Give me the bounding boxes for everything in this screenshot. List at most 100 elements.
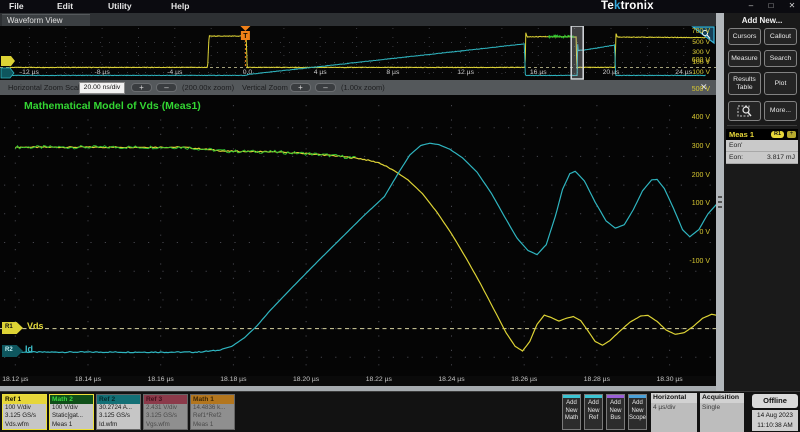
meas1-title: Meas 1 bbox=[729, 130, 754, 139]
tab-waveform-view[interactable]: Waveform View bbox=[2, 14, 90, 26]
plot-title: Mathematical Model of Vds (Meas1) bbox=[24, 100, 201, 112]
badge-math2[interactable]: Math 2 100 V/div Static[gat... Meas 1 bbox=[49, 394, 94, 430]
badge-line: 3.125 GS/s bbox=[146, 412, 177, 419]
accent-strip bbox=[629, 395, 646, 398]
badge-math1[interactable]: Math 1 14.4836 k... Ref1*Ref2 Meas 1 bbox=[190, 394, 235, 430]
menu-help[interactable]: Help bbox=[171, 0, 189, 11]
horizontal-settings-panel[interactable]: Horizontal 4 µs/div bbox=[651, 393, 697, 431]
menu-utility[interactable]: Utility bbox=[108, 0, 132, 11]
close-icon[interactable]: ✕ bbox=[785, 1, 799, 10]
menu-file[interactable]: File bbox=[9, 0, 24, 11]
badge-math1-title: Math 1 bbox=[191, 395, 234, 404]
badge-line: Static[gat... bbox=[52, 412, 83, 419]
badge-line: Id.wfm bbox=[99, 421, 117, 428]
main-voltage-tick: 200 V bbox=[674, 172, 710, 179]
restore-icon[interactable]: □ bbox=[764, 1, 778, 10]
acquisition-title: Acquisition bbox=[700, 393, 744, 403]
main-waveforms bbox=[0, 95, 716, 376]
main-voltage-tick: 0 V bbox=[674, 229, 710, 236]
meas1-row-eon: Eon: 3.817 mJ bbox=[726, 152, 798, 164]
plot-button[interactable]: Plot bbox=[764, 72, 797, 95]
main-id-trace bbox=[15, 143, 716, 353]
main-time-axis: 18.12 µs18.14 µs18.16 µs18.18 µs18.20 µs… bbox=[0, 376, 716, 386]
zoom-control-bar: Horizontal Zoom Scale 20.00 ns/div + – (… bbox=[0, 80, 716, 95]
overview-time-tick: -12 µs bbox=[9, 69, 49, 76]
add-new-header: Add New... bbox=[724, 16, 800, 25]
meas1-header: Meas 1 R1 + bbox=[726, 129, 798, 140]
meas1-row1-value: 3.817 mJ bbox=[767, 154, 795, 161]
main-voltage-tick: 400 V bbox=[674, 114, 710, 121]
badge-line: Ref1*Ref2 bbox=[193, 412, 222, 419]
measure-button[interactable]: Measure bbox=[728, 50, 761, 67]
overview-time-tick: 20 µs bbox=[591, 69, 631, 76]
results-table-button[interactable]: Results Table bbox=[728, 72, 761, 95]
sidebar-separator bbox=[727, 125, 797, 126]
overview-time-tick: 8 µs bbox=[373, 69, 413, 76]
more-button[interactable]: More... bbox=[764, 101, 797, 121]
v-zoom-factor: (1.00x zoom) bbox=[341, 83, 385, 92]
menu-edit[interactable]: Edit bbox=[57, 0, 73, 11]
zoom-window-indicator[interactable] bbox=[571, 26, 583, 79]
main-vds-trace bbox=[15, 147, 716, 351]
zoom-select-button[interactable] bbox=[728, 101, 761, 121]
offline-status-button[interactable]: Offline bbox=[752, 394, 798, 408]
add-new-bus-button[interactable]: AddNewBus bbox=[606, 394, 625, 430]
accent-strip bbox=[585, 395, 602, 398]
badge-line: 2.431 V/div bbox=[146, 404, 177, 411]
overview-voltage-tick: 300 V bbox=[676, 49, 710, 56]
main-time-tick: 18.24 µs bbox=[430, 376, 474, 383]
main-grid bbox=[4, 105, 712, 370]
badge-ref3[interactable]: Ref 3 2.431 V/div 3.125 GS/s Vgs.wfm bbox=[143, 394, 188, 430]
vds-trace-label: Vds bbox=[27, 321, 44, 331]
badge-ref1[interactable]: Ref 1 100 V/div 3.125 GS/s Vds.wfm bbox=[2, 394, 47, 430]
badge-line: Vgs.wfm bbox=[146, 421, 170, 428]
v-zoom-label: Vertical Zoom bbox=[242, 83, 288, 92]
trigger-glyph: T bbox=[243, 33, 248, 40]
divider-handle-icon[interactable] bbox=[718, 196, 722, 210]
main-time-tick: 18.30 µs bbox=[648, 376, 692, 383]
badge-line: 3.125 GS/s bbox=[5, 412, 36, 419]
overview-vds-trace bbox=[10, 33, 706, 69]
v-zoom-plus-button[interactable]: + bbox=[290, 83, 311, 92]
badge-ref2[interactable]: Ref 2 30.2724 A... 3.125 GS/s Id.wfm bbox=[96, 394, 141, 430]
date-text: 14 Aug 2023 bbox=[757, 412, 793, 419]
horizontal-title: Horizontal bbox=[651, 393, 697, 403]
overview-model-trace bbox=[549, 35, 574, 38]
overview-time-tick: 4 µs bbox=[300, 69, 340, 76]
h-zoom-scale-input[interactable]: 20.00 ns/div bbox=[79, 82, 125, 94]
badge-line: Meas 1 bbox=[52, 421, 72, 428]
badge-ref2-title: Ref 2 bbox=[97, 395, 140, 404]
callout-button[interactable]: Callout bbox=[764, 28, 797, 45]
h-zoom-minus-button[interactable]: – bbox=[156, 83, 177, 92]
datetime-display: 14 Aug 2023 11:10:38 AM bbox=[752, 410, 798, 431]
accent-strip bbox=[563, 395, 580, 398]
meas1-source-badge[interactable]: R1 bbox=[771, 131, 784, 138]
overview-plot[interactable]: T -12 µs-8 µs-4 µs0.04 µs8 µs12 µs16 µs2… bbox=[0, 26, 716, 80]
right-sidebar: Add New... Cursors Callout Measure Searc… bbox=[724, 13, 800, 391]
meas1-results-panel[interactable]: Meas 1 R1 + Eon' Eon: 3.817 mJ bbox=[726, 129, 798, 164]
main-waveform-plot[interactable]: Mathematical Model of Vds (Meas1) 700 V6… bbox=[0, 95, 716, 376]
main-voltage-tick: 100 V bbox=[674, 200, 710, 207]
meas1-row-eon-prime: Eon' bbox=[726, 140, 798, 152]
zoom-select-icon bbox=[737, 104, 753, 118]
h-zoom-plus-button[interactable]: + bbox=[131, 83, 152, 92]
meas1-add-icon[interactable]: + bbox=[787, 131, 796, 138]
overview-r1-marker[interactable] bbox=[1, 56, 15, 66]
acquisition-settings-panel[interactable]: Acquisition Single bbox=[700, 393, 744, 431]
overview-voltage-tick: -100 V bbox=[676, 69, 710, 76]
add-new-scope-button[interactable]: AddNewScope bbox=[628, 394, 647, 430]
badge-line: 100 V/div bbox=[52, 404, 78, 411]
minimize-icon[interactable]: – bbox=[744, 1, 758, 10]
badge-line: Vds.wfm bbox=[5, 421, 29, 428]
add-new-ref-button[interactable]: AddNewRef bbox=[584, 394, 603, 430]
v-zoom-minus-button[interactable]: – bbox=[315, 83, 336, 92]
search-button[interactable]: Search bbox=[764, 50, 797, 67]
panel-divider[interactable] bbox=[716, 13, 724, 391]
bottom-bar: Ref 1 100 V/div 3.125 GS/s Vds.wfm Math … bbox=[0, 391, 800, 432]
oscilloscope-app: File Edit Utility Help Tektronix – □ ✕ W… bbox=[0, 0, 800, 432]
cursors-button[interactable]: Cursors bbox=[728, 28, 761, 45]
badge-line: 100 V/div bbox=[5, 404, 31, 411]
trigger-arrow-icon bbox=[240, 26, 250, 31]
badge-line: 30.2724 A... bbox=[99, 404, 132, 411]
add-new-math-button[interactable]: AddNewMath bbox=[562, 394, 581, 430]
